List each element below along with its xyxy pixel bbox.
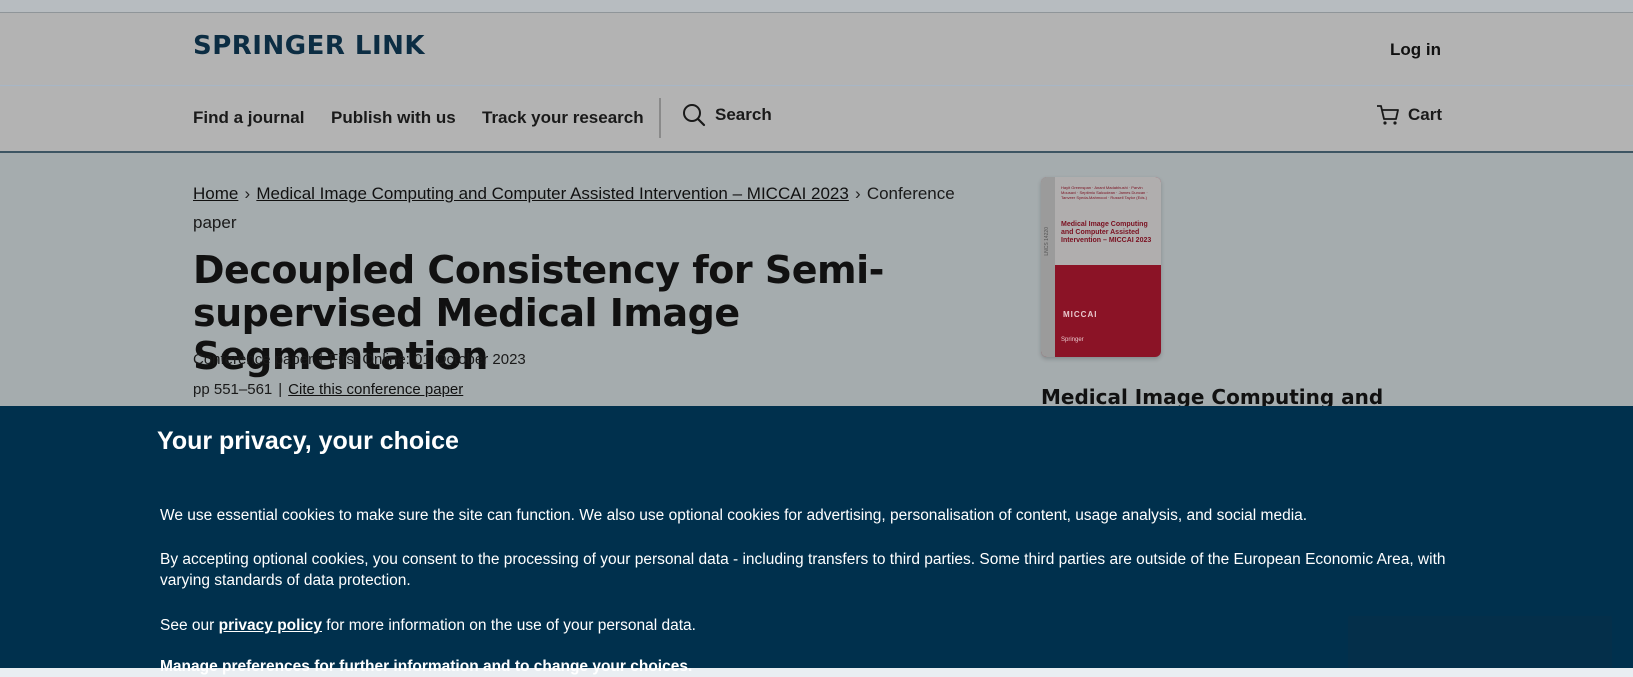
cart-icon — [1376, 103, 1400, 127]
search-icon — [682, 103, 706, 127]
cover-publisher: Springer — [1061, 337, 1084, 343]
cookie-text-3-before: See our — [160, 617, 219, 634]
chevron-right-icon: › — [854, 184, 861, 203]
cart-label: Cart — [1408, 105, 1443, 124]
privacy-policy-link[interactable]: privacy policy — [219, 617, 322, 634]
cover-spine — [1041, 177, 1055, 357]
cover-title: Medical Image Computing and Computer Ass… — [1061, 221, 1152, 244]
cart-button[interactable]: Cart — [1376, 103, 1442, 127]
chevron-right-icon: › — [244, 184, 251, 203]
login-link[interactable]: Log in — [1390, 40, 1441, 60]
top-strip — [0, 0, 1633, 13]
article-pages-cite: pp 551–561 | Cite this conference paper — [193, 381, 463, 398]
site-header: SPRINGER LINK Log in — [0, 13, 1633, 86]
nav-find-journal[interactable]: Find a journal — [193, 108, 304, 128]
breadcrumb-home[interactable]: Home — [193, 184, 238, 203]
search-button[interactable]: Search — [682, 103, 772, 127]
nav-track-research[interactable]: Track your research — [482, 108, 644, 128]
meta-separator: | — [278, 381, 283, 398]
page-range: pp 551–561 — [193, 381, 273, 398]
meta-separator: | — [319, 351, 323, 368]
cookie-text-3: See our privacy policy for more informat… — [160, 615, 1460, 636]
cookie-text-2: By accepting optional cookies, you conse… — [160, 551, 1446, 589]
search-label: Search — [715, 105, 772, 124]
nav-publish-with-us[interactable]: Publish with us — [331, 108, 456, 128]
cover-series: LNCS 14220 — [1044, 227, 1050, 256]
cookie-action-button[interactable] — [1348, 616, 1612, 668]
manage-preferences-text[interactable]: Manage preferences for further informati… — [160, 656, 1460, 677]
breadcrumb-book[interactable]: Medical Image Computing and Computer Ass… — [256, 184, 848, 203]
article-type: Conference paper — [193, 351, 314, 368]
cookie-text-1: We use essential cookies to make sure th… — [160, 507, 1308, 524]
breadcrumb: Home › Medical Image Computing and Compute… — [193, 179, 983, 237]
main-nav: Find a journal Publish with us Track you… — [0, 86, 1633, 153]
nav-divider — [659, 98, 661, 138]
cookie-banner: Your privacy, your choice We use essenti… — [0, 406, 1633, 675]
book-cover[interactable]: LNCS 14220 Hayit Greenspan · Anant Madab… — [1041, 177, 1161, 357]
cookie-heading: Your privacy, your choice — [157, 427, 459, 455]
springer-link-logo[interactable]: SPRINGER LINK — [193, 31, 425, 61]
cover-authors: Hayit Greenspan · Anant Madabhushi · Par… — [1061, 185, 1148, 200]
cite-link[interactable]: Cite this conference paper — [288, 381, 463, 398]
cover-miccai: MICCAI — [1063, 310, 1098, 319]
first-online: First Online: 01 October 2023 — [329, 351, 526, 368]
cookie-text-3-after: for more information on the use of your … — [322, 617, 696, 634]
article-meta: Conference paper | First Online: 01 Octobe… — [193, 351, 526, 368]
